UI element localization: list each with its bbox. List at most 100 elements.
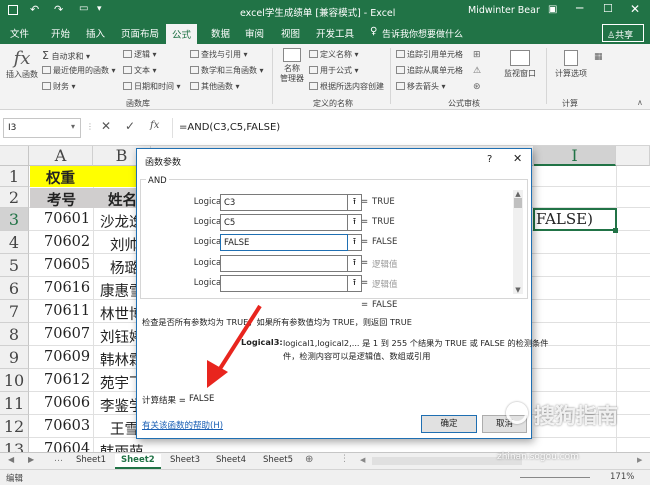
sheet-tab-5[interactable]: Sheet5 <box>257 454 299 469</box>
define-name-button[interactable]: 定义名称 ▾ <box>309 49 359 60</box>
tab-developer[interactable]: 开发工具 <box>316 26 354 40</box>
name-manager-button[interactable]: 名称 管理器 <box>277 48 307 84</box>
dialog-close-icon[interactable]: ✕ <box>513 152 522 165</box>
use-in-formula-button[interactable]: 用于公式 ▾ <box>309 65 359 76</box>
row-header-2[interactable]: 2 <box>0 187 29 208</box>
arg-input-logical2[interactable]: C5 <box>220 214 348 231</box>
namebox-dropdown-icon[interactable]: ▾ <box>71 122 75 131</box>
cell-id[interactable]: 70607 <box>44 326 90 342</box>
minimize-icon[interactable]: ─ <box>576 1 583 15</box>
cell-id[interactable]: 70604 <box>44 441 90 452</box>
fx-button-icon[interactable]: fx <box>150 120 159 131</box>
cell-id[interactable]: 70603 <box>44 418 90 434</box>
row-header-13[interactable]: 13 <box>0 438 29 452</box>
row-header-10[interactable]: 10 <box>0 369 29 392</box>
row-header-7[interactable]: 7 <box>0 300 29 323</box>
column-header-j[interactable] <box>616 146 650 166</box>
recent-functions-button[interactable]: 最近使用的函数 ▾ <box>42 65 116 76</box>
trace-precedents-button[interactable]: 追踪引用单元格 <box>396 49 463 60</box>
undo-icon[interactable]: ↶ <box>30 3 39 16</box>
collapse-dialog-icon[interactable]: ⭱ <box>348 214 362 231</box>
row-header-12[interactable]: 12 <box>0 415 29 438</box>
cell-id[interactable]: 70616 <box>44 280 90 296</box>
trace-dependents-button[interactable]: 追踪从属单元格 <box>396 65 463 76</box>
collapse-ribbon-icon[interactable]: ∧ <box>637 98 643 107</box>
enter-icon[interactable]: ✓ <box>125 119 135 133</box>
row-header-11[interactable]: 11 <box>0 392 29 415</box>
collapse-dialog-icon[interactable]: ⭱ <box>348 255 362 272</box>
financial-button[interactable]: 财务 ▾ <box>42 81 76 92</box>
tab-prev-icon[interactable]: ◀ <box>8 455 14 464</box>
tab-more-icon[interactable]: … <box>54 454 63 464</box>
row-header-3[interactable]: 3 <box>0 208 29 231</box>
cell-id[interactable]: 70612 <box>44 372 90 388</box>
insert-function-button[interactable]: fx 插入函数 <box>4 48 40 92</box>
add-sheet-icon[interactable]: ⊕ <box>305 454 313 465</box>
cell-id[interactable]: 70602 <box>44 234 90 250</box>
cell-name[interactable]: 韩雨萌 <box>100 441 151 452</box>
hscroll-left-icon[interactable]: ◀ <box>360 456 365 464</box>
arg-scrollbar[interactable]: ▲ ▼ <box>513 190 523 294</box>
formula-input[interactable]: =AND(C3,C5,FALSE) <box>172 118 647 138</box>
tab-review[interactable]: 审阅 <box>245 26 264 40</box>
arg-input-logical1[interactable]: C3 <box>220 194 348 211</box>
zoom-slider[interactable] <box>520 477 590 478</box>
column-header-i[interactable]: I <box>534 146 616 166</box>
row-header-8[interactable]: 8 <box>0 323 29 346</box>
column-header-a[interactable]: A <box>29 146 93 166</box>
datetime-button[interactable]: 日期和时间 ▾ <box>123 81 181 92</box>
name-box[interactable]: I3 <box>3 118 81 138</box>
collapse-dialog-icon[interactable]: ⭱ <box>348 234 362 251</box>
cell-id[interactable]: 70601 <box>44 211 90 227</box>
arg-input-logical4[interactable] <box>220 255 348 272</box>
logical-button[interactable]: 逻辑 ▾ <box>123 49 157 60</box>
row-header-1[interactable]: 1 <box>0 166 29 187</box>
close-icon[interactable]: ✕ <box>630 2 640 16</box>
tab-insert[interactable]: 插入 <box>86 26 105 40</box>
audit-icon-1[interactable]: ⊞ <box>473 50 481 60</box>
audit-icon-2[interactable]: ⚠ <box>473 66 481 76</box>
cancel-icon[interactable]: ✕ <box>101 119 111 133</box>
arg-input-logical5[interactable] <box>220 275 348 292</box>
cell-a2[interactable]: 考号 <box>47 189 76 210</box>
cell-id[interactable]: 70606 <box>44 395 90 411</box>
create-from-selection-button[interactable]: 根据所选内容创建 <box>309 81 384 92</box>
sheet-tab-1[interactable]: Sheet1 <box>70 454 112 469</box>
hscroll-right-icon[interactable]: ▶ <box>637 456 642 464</box>
row-header-6[interactable]: 6 <box>0 277 29 300</box>
open-icon[interactable]: ▭ <box>79 3 88 14</box>
cell-id[interactable]: 70611 <box>44 303 90 319</box>
ribbon-options-icon[interactable]: ▣ <box>548 4 557 15</box>
collapse-dialog-icon[interactable]: ⭱ <box>348 275 362 292</box>
select-all-corner[interactable] <box>0 146 29 166</box>
collapse-dialog-icon[interactable]: ⭱ <box>348 194 362 211</box>
tab-view[interactable]: 视图 <box>281 26 300 40</box>
cell-id[interactable]: 70605 <box>44 257 90 273</box>
tab-file[interactable]: 文件 <box>10 26 29 40</box>
row-header-5[interactable]: 5 <box>0 254 29 277</box>
cell-a1[interactable]: 权重 <box>46 167 75 188</box>
fill-handle[interactable] <box>613 228 618 233</box>
help-link[interactable]: 有关该函数的帮助(H) <box>142 419 223 431</box>
tab-next-icon[interactable]: ▶ <box>28 455 34 464</box>
audit-icon-3[interactable]: ⊛ <box>473 82 481 92</box>
lookup-button[interactable]: 查找与引用 ▾ <box>190 49 248 60</box>
qat-dropdown-icon[interactable]: ▾ <box>97 4 102 14</box>
arg-input-logical3[interactable]: FALSE <box>220 234 348 251</box>
calc-options-button[interactable]: 计算选项 <box>551 50 591 79</box>
maximize-icon[interactable]: ☐ <box>603 2 613 15</box>
ok-button[interactable]: 确定 <box>421 415 477 433</box>
dialog-help-button[interactable]: ? <box>487 154 492 165</box>
other-functions-button[interactable]: 其他函数 ▾ <box>190 81 240 92</box>
text-functions-button[interactable]: 文本 ▾ <box>123 65 157 76</box>
calc-icon-small[interactable]: ▦ <box>594 52 603 62</box>
scroll-thumb[interactable] <box>514 198 522 208</box>
sheet-tab-2[interactable]: Sheet2 <box>115 454 161 469</box>
user-name[interactable]: Midwinter Bear <box>468 5 540 16</box>
tab-formulas[interactable]: 公式 <box>166 24 198 44</box>
redo-icon[interactable]: ↷ <box>54 3 63 16</box>
row-header-9[interactable]: 9 <box>0 346 29 369</box>
sheet-tab-4[interactable]: Sheet4 <box>210 454 252 469</box>
row-header-4[interactable]: 4 <box>0 231 29 254</box>
remove-arrows-button[interactable]: 移去箭头 ▾ <box>396 81 446 92</box>
